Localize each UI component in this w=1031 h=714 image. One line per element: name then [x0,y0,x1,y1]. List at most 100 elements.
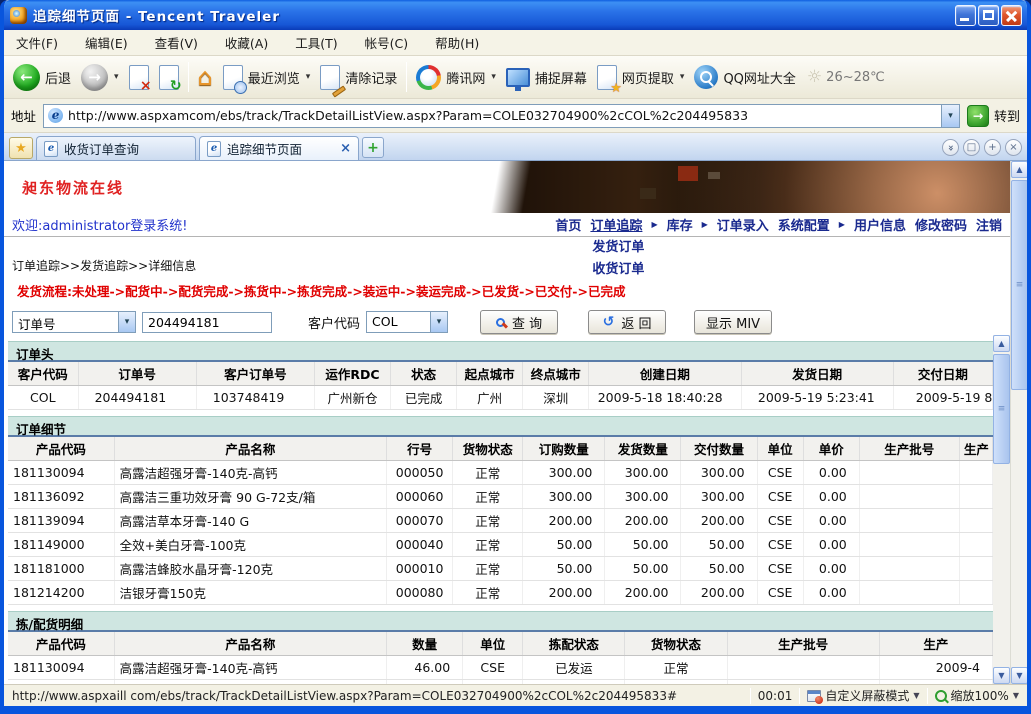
table-cell: 0.00 [803,461,859,485]
address-dropdown-icon[interactable]: ▾ [941,105,959,127]
refresh-button[interactable]: ↻ [154,63,184,92]
menu-help[interactable]: 帮助(H) [435,33,479,52]
order-field-select[interactable]: 订单号 ▾ [12,311,136,333]
table-row: 181139094高露洁草本牙膏-140 G000070正常200.00200.… [8,509,993,533]
web-extract-button[interactable]: ★ 网页提取 ▾ [592,63,690,92]
tab-receive-order-query[interactable]: e 收货订单查询 [36,136,196,160]
table-cell: 50.00 [523,533,605,557]
zoom-dropdown-icon[interactable]: ▼ [1013,691,1019,700]
back-button[interactable]: ← 后退 [8,62,76,93]
broom-icon [320,65,340,90]
forward-dropdown-icon[interactable]: ▾ [114,72,119,82]
table-cell: 300.00 [523,485,605,509]
table-cell: 000070 [387,509,453,533]
menu-edit[interactable]: 编辑(E) [85,33,128,52]
stop-button[interactable]: × [124,63,154,92]
table-cell: 200.00 [681,581,757,605]
tab-page-icon: e [44,141,58,157]
title-bar: 追踪细节页面 - Tencent Traveler [4,0,1027,30]
nav-change-password[interactable]: 修改密码 [915,215,967,234]
scroll-up-icon[interactable]: ▲ [993,335,1010,352]
nav-user-info[interactable]: 用户信息 [854,215,906,234]
submenu-receive-order[interactable]: 收货订单 [592,258,644,277]
clear-history-button[interactable]: 清除记录 [315,63,402,92]
table-cell: 50.00 [605,533,681,557]
recent-dropdown-icon[interactable]: ▾ [306,72,311,82]
show-miv-button[interactable]: 显示 MIV [694,310,772,334]
table-cell: 2009-4 [879,656,992,680]
table-cell: 200.00 [605,581,681,605]
select-arrow-icon[interactable]: ▾ [118,312,135,332]
zoom-icon [935,690,947,702]
tab-close-icon[interactable]: × [340,141,351,156]
capture-screen-button[interactable]: 捕捉屏幕 [501,66,592,89]
table-cell: 50.00 [605,557,681,581]
table-cell: 20090426 [727,680,879,685]
menu-favorites[interactable]: 收藏(A) [225,33,268,52]
collapse-toolbar-button[interactable]: » [942,139,959,156]
tencent-site-button[interactable]: 腾讯网 ▾ [411,63,501,92]
order-number-input[interactable]: 204494181 [142,312,272,333]
table-cell [859,485,959,509]
query-button[interactable]: 查 询 [480,310,558,334]
minimize-button[interactable] [955,5,976,26]
menu-tools[interactable]: 工具(T) [295,33,337,52]
customer-code-select[interactable]: COL ▾ [366,311,448,333]
maximize-button[interactable] [978,5,999,26]
table-cell: 2009-5-19 5:23:41 [741,386,893,410]
tencent-dropdown-icon[interactable]: ▾ [491,72,496,82]
search-form: 订单号 ▾ 204494181 客户代码 COL ▾ 查 询 ↺ 返 回 [12,309,1010,335]
table-cell [959,557,992,581]
toolbar: ← 后退 → ▾ × ↻ ⌂ 最近浏览 ▾ 清除记录 腾讯网 ▾ [4,56,1027,99]
menu-account[interactable]: 帐号(C) [365,33,408,52]
address-field[interactable]: e http://www.aspxamcom/ebs/track/TrackDe… [43,104,960,128]
nav-inventory[interactable]: 库存 [667,215,693,234]
new-tab-button[interactable]: + [362,137,384,158]
recent-button[interactable]: 最近浏览 ▾ [218,63,316,92]
extract-dropdown-icon[interactable]: ▾ [680,72,685,82]
submenu-ship-order[interactable]: 发货订单 [592,236,644,255]
home-button[interactable]: ⌂ [193,63,218,91]
table-row: 181149000全效+美白牙膏-100克000040正常50.0050.005… [8,533,993,557]
column-header: 客户代码 [8,361,78,386]
section-title-order-header: 订单头 [8,341,993,360]
table-cell: 正常 [453,485,523,509]
tab-track-detail[interactable]: e 追踪细节页面 × [199,136,359,160]
close-tabbar-button[interactable]: × [1005,139,1022,156]
page-scrollbar[interactable]: ▲ ≡ ▼ [1010,161,1027,684]
pin-button[interactable]: + [984,139,1001,156]
qq-nav-label: QQ网址大全 [723,68,795,87]
block-mode-control[interactable]: 自定义屏蔽模式 ▼ [807,687,919,704]
zoom-control[interactable]: 缩放100% ▼ [935,687,1019,704]
select-arrow-icon[interactable]: ▾ [430,312,447,332]
close-button[interactable] [1001,5,1022,26]
scroll-down-icon[interactable]: ▼ [993,667,1010,684]
menu-file[interactable]: 文件(F) [16,33,58,52]
scrollbar-thumb[interactable]: ≡ [993,354,1010,464]
table-cell: CSE [463,656,523,680]
table-cell: 50.00 [681,557,757,581]
star-icon: ★ [15,141,27,156]
favorites-button[interactable]: ★ [9,137,33,159]
scroll-up-icon[interactable]: ▲ [1011,161,1028,178]
tab-page-icon: e [207,141,221,157]
nav-home[interactable]: 首页 [555,215,581,234]
mode-dropdown-icon[interactable]: ▼ [913,691,919,700]
scroll-down-icon[interactable]: ▼ [1011,667,1028,684]
restore-window-button[interactable]: □ [963,139,980,156]
nav-order-track[interactable]: 订单追踪 发货订单 收货订单 [590,215,642,234]
qq-nav-button[interactable]: QQ网址大全 [689,63,800,91]
menu-view[interactable]: 查看(V) [155,33,198,52]
scrollbar-thumb[interactable]: ≡ [1011,180,1028,390]
nav-logout[interactable]: 注销 [976,215,1002,234]
column-header: 发货数量 [605,436,681,461]
address-url[interactable]: http://www.aspxamcom/ebs/track/TrackDeta… [68,108,941,123]
forward-button[interactable]: → ▾ [76,62,124,93]
return-button[interactable]: ↺ 返 回 [588,310,666,334]
nav-system-config[interactable]: 系统配置 [778,215,830,234]
nav-order-entry[interactable]: 订单录入 [717,215,769,234]
frame-scrollbar[interactable]: ▲ ≡ ▼ [993,335,1010,684]
block-mode-icon [807,690,821,702]
go-button[interactable]: → 转到 [967,105,1020,127]
chevrons-down-icon: » [946,144,956,150]
